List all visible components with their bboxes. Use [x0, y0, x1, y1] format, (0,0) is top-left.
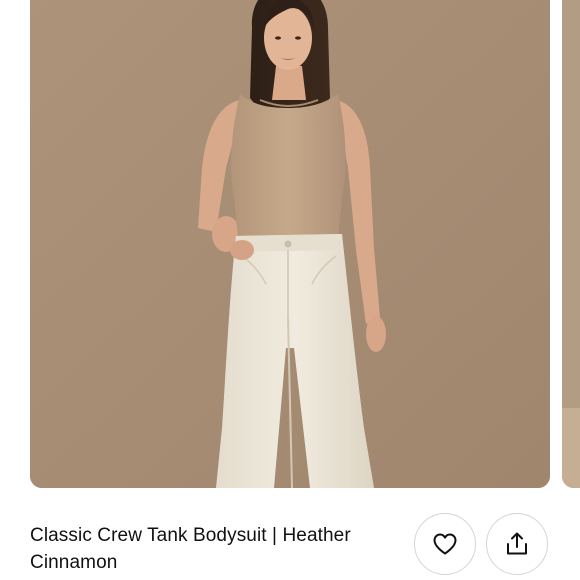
product-image-carousel[interactable] — [0, 0, 580, 490]
heart-icon — [432, 532, 458, 556]
share-icon — [505, 531, 529, 557]
next-product-photo — [562, 0, 580, 488]
product-photo — [30, 0, 550, 488]
product-image[interactable] — [30, 0, 550, 488]
favorite-button[interactable] — [414, 513, 476, 575]
product-title: Classic Crew Tank Bodysuit | Heather Cin… — [30, 525, 351, 573]
product-detail-page: Classic Crew Tank Bodysuit | Heather Cin… — [0, 0, 580, 580]
product-details: Classic Crew Tank Bodysuit | Heather Cin… — [30, 522, 400, 576]
next-product-image-peek[interactable] — [562, 0, 580, 488]
share-button[interactable] — [486, 513, 548, 575]
